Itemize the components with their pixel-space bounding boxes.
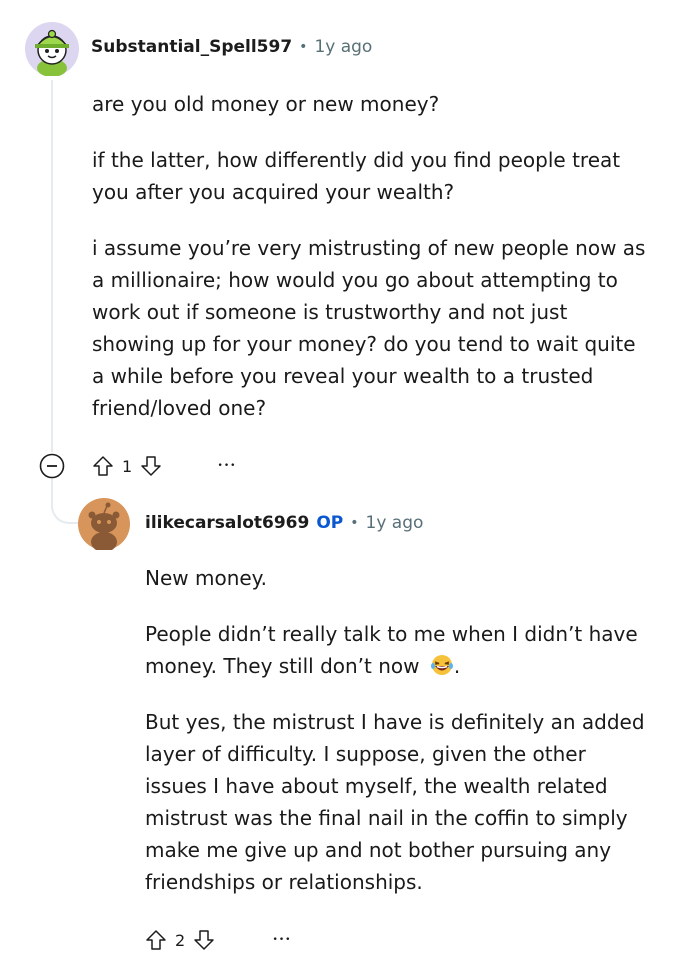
reply-avatar[interactable] <box>78 498 130 552</box>
text-line: work out if someone is trustworthy and n… <box>92 300 568 324</box>
text-line: a while before you reveal your wealth to… <box>92 364 594 388</box>
vote-count: 2 <box>175 930 186 950</box>
downvote-button[interactable] <box>193 929 215 951</box>
text-line: a millionaire; how would you go about at… <box>92 268 618 292</box>
comment-paragraph: are you old money or new money? <box>92 88 672 120</box>
comment-username[interactable]: Substantial_Spell597 <box>91 37 292 57</box>
reply-connector <box>51 478 79 524</box>
separator-dot: • <box>299 39 308 55</box>
text-line: New money. <box>145 566 268 590</box>
downvote-button[interactable] <box>140 455 162 477</box>
more-options-button[interactable]: ••• <box>210 452 244 480</box>
upvote-button[interactable] <box>92 455 114 477</box>
text-line: are you old money or new money? <box>92 92 440 116</box>
text-line-end: . <box>453 654 461 678</box>
upvote-icon <box>93 456 113 476</box>
comment-time[interactable]: 1y ago <box>314 37 372 57</box>
text-line: friend/loved one? <box>92 396 267 420</box>
text-line: People didn’t really talk to me when I d… <box>145 622 638 646</box>
text-line: issues I have about myself, the wealth r… <box>145 774 608 798</box>
text-line: layer of difficulty. I suppose, given th… <box>145 742 586 766</box>
avatar-image <box>78 498 130 552</box>
reply-username[interactable]: ilikecarsalot6969 <box>145 513 309 533</box>
vote-count: 1 <box>122 456 133 476</box>
text-line: mistrust was the final nail in the coffi… <box>145 806 628 830</box>
downvote-icon <box>141 456 161 476</box>
thread-line[interactable] <box>51 80 53 452</box>
reply-vote-bar: 2 <box>145 926 215 954</box>
downvote-icon <box>194 930 214 950</box>
text-line: money. They still don’t now <box>145 654 420 678</box>
reply-paragraph: But yes, the mistrust I have is definite… <box>145 706 685 898</box>
text-line: you after you acquired your wealth? <box>92 180 455 204</box>
text-line: friendships or relationships. <box>145 870 423 894</box>
text-line: But yes, the mistrust I have is definite… <box>145 710 645 734</box>
collapse-button[interactable] <box>38 452 66 480</box>
op-badge: OP <box>316 513 344 533</box>
comment-header: Substantial_Spell597 • 1y ago <box>91 37 372 57</box>
laughing-emoji-icon <box>430 655 453 675</box>
reply-header: ilikecarsalot6969 OP • 1y ago <box>145 513 423 533</box>
text-line: showing up for your money? do you tend t… <box>92 332 636 356</box>
reply-body: New money. People didn’t really talk to … <box>145 562 685 898</box>
collapse-icon <box>39 453 65 479</box>
comment-paragraph: if the latter, how differently did you f… <box>92 144 672 208</box>
text-line: if the latter, how differently did you f… <box>92 148 621 172</box>
text-line: make me give up and not bother pursuing … <box>145 838 612 862</box>
more-icon: ••• <box>272 935 292 945</box>
vote-bar: 1 <box>92 452 162 480</box>
comment-body: are you old money or new money? if the l… <box>92 88 672 424</box>
separator-dot: • <box>350 515 359 531</box>
more-icon: ••• <box>217 461 237 471</box>
reply-paragraph: People didn’t really talk to me when I d… <box>145 618 685 682</box>
reply-paragraph: New money. <box>145 562 685 594</box>
avatar-image <box>25 22 79 77</box>
text-line: i assume you’re very mistrusting of new … <box>92 236 646 260</box>
reply-time[interactable]: 1y ago <box>366 513 424 533</box>
more-options-button[interactable]: ••• <box>265 926 299 954</box>
upvote-button[interactable] <box>145 929 167 951</box>
comment-paragraph: i assume you’re very mistrusting of new … <box>92 232 672 424</box>
upvote-icon <box>146 930 166 950</box>
avatar[interactable] <box>25 22 79 77</box>
